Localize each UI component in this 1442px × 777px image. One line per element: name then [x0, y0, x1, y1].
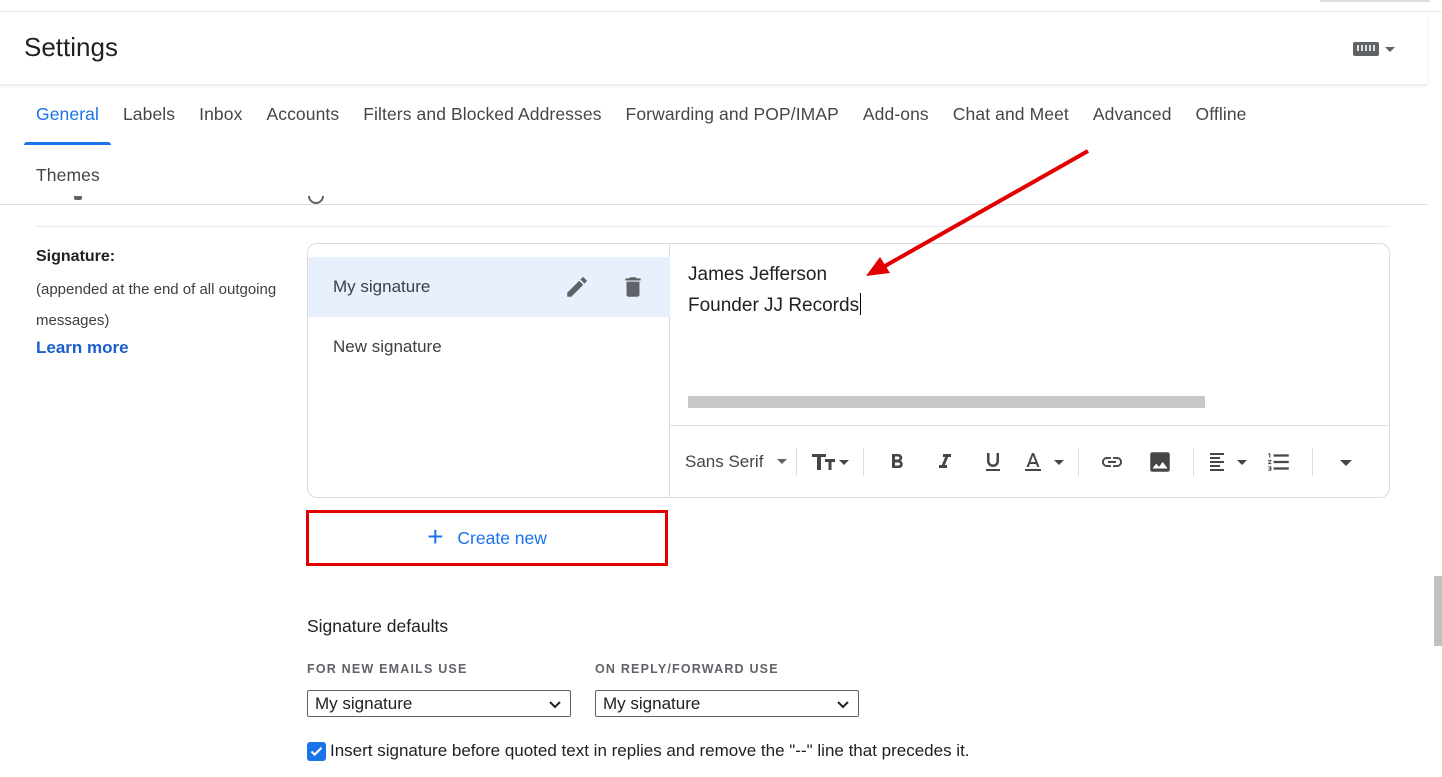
edit-pencil-icon[interactable] — [564, 274, 590, 305]
bold-button[interactable] — [877, 442, 917, 482]
chevron-down-icon — [837, 700, 849, 708]
insert-signature-label: Insert signature before quoted text in r… — [330, 741, 970, 760]
input-tools-button[interactable] — [1353, 42, 1395, 56]
font-family-dropdown[interactable]: Sans Serif — [685, 451, 788, 472]
tab-inbox[interactable]: Inbox — [187, 84, 254, 145]
settings-header: Settings — [0, 12, 1427, 84]
toolbar-divider — [1193, 447, 1195, 476]
signature-item-label: My signature — [333, 277, 431, 296]
partial-setting-row — [36, 196, 1390, 227]
formatting-toolbar: Sans Serif — [670, 426, 1389, 497]
toolbar-divider — [1078, 447, 1080, 476]
signature-item-label: New signature — [333, 337, 442, 356]
italic-button[interactable] — [925, 442, 965, 482]
tab-forwarding[interactable]: Forwarding and POP/IMAP — [614, 84, 851, 145]
trash-icon[interactable] — [620, 274, 646, 305]
editor-line-name: James Jefferson — [688, 264, 828, 285]
create-new-button[interactable]: + Create new — [306, 510, 668, 566]
align-button[interactable] — [1207, 442, 1251, 482]
toolbar-divider — [1312, 447, 1314, 476]
signature-list: My signature New signature — [308, 244, 670, 497]
signature-item-new-signature[interactable]: New signature — [308, 317, 670, 377]
gmail-settings-page: Settings General Labels Inbox Accounts F… — [0, 0, 1442, 777]
toolbar-divider — [863, 447, 865, 476]
font-size-button[interactable] — [810, 442, 850, 482]
signature-editor[interactable]: James Jefferson Founder JJ Records — [670, 244, 1389, 426]
checkmark-icon — [310, 746, 323, 756]
tab-accounts[interactable]: Accounts — [254, 84, 351, 145]
insert-signature-checkbox[interactable] — [307, 741, 326, 761]
editor-horizontal-scrollbar[interactable] — [688, 396, 1205, 408]
tab-general[interactable]: General — [24, 84, 111, 145]
numbered-list-button[interactable] — [1259, 442, 1299, 482]
signature-description: (appended at the end of all outgoing mes… — [36, 281, 277, 329]
insert-signature-row: Insert signature before quoted text in r… — [307, 741, 970, 761]
select-value: My signature — [315, 693, 413, 713]
tab-chat-meet[interactable]: Chat and Meet — [941, 84, 1081, 145]
create-new-label: Create new — [457, 527, 547, 548]
new-emails-label: FOR NEW EMAILS USE — [307, 662, 468, 676]
tab-addons[interactable]: Add-ons — [851, 84, 941, 145]
chevron-down-icon — [1385, 46, 1395, 52]
more-formatting-button[interactable] — [1326, 442, 1366, 482]
settings-tabs: General Labels Inbox Accounts Filters an… — [24, 84, 1404, 205]
top-strip — [0, 0, 1442, 12]
signature-panel: My signature New signature James Jeffers… — [307, 243, 1390, 498]
page-scrollbar-thumb[interactable] — [1434, 576, 1442, 646]
reply-forward-label: ON REPLY/FORWARD USE — [595, 662, 779, 676]
insert-image-button[interactable] — [1140, 442, 1180, 482]
tab-advanced[interactable]: Advanced — [1081, 84, 1184, 145]
select-value: My signature — [603, 693, 701, 713]
signature-label: Signature: — [36, 248, 116, 265]
signature-item-my-signature[interactable]: My signature — [308, 257, 670, 317]
tab-labels[interactable]: Labels — [111, 84, 187, 145]
keyboard-icon — [1353, 42, 1379, 56]
chevron-down-icon — [777, 459, 788, 464]
tab-filters[interactable]: Filters and Blocked Addresses — [351, 84, 613, 145]
insert-link-button[interactable] — [1092, 442, 1132, 482]
tab-offline[interactable]: Offline — [1184, 84, 1259, 145]
page-title: Settings — [24, 32, 118, 62]
font-family-label: Sans Serif — [685, 451, 764, 471]
learn-more-link[interactable]: Learn more — [36, 338, 129, 358]
new-emails-signature-select[interactable]: My signature — [307, 690, 571, 717]
editor-line-title: Founder JJ Records — [688, 293, 862, 316]
toolbar-divider — [796, 447, 798, 476]
text-color-button[interactable] — [1021, 442, 1065, 482]
text-cursor — [860, 293, 862, 315]
chevron-down-icon — [549, 700, 561, 708]
signature-defaults-title: Signature defaults — [307, 616, 449, 636]
plus-icon: + — [427, 520, 444, 552]
underline-button[interactable] — [973, 442, 1013, 482]
reply-forward-signature-select[interactable]: My signature — [595, 690, 859, 717]
